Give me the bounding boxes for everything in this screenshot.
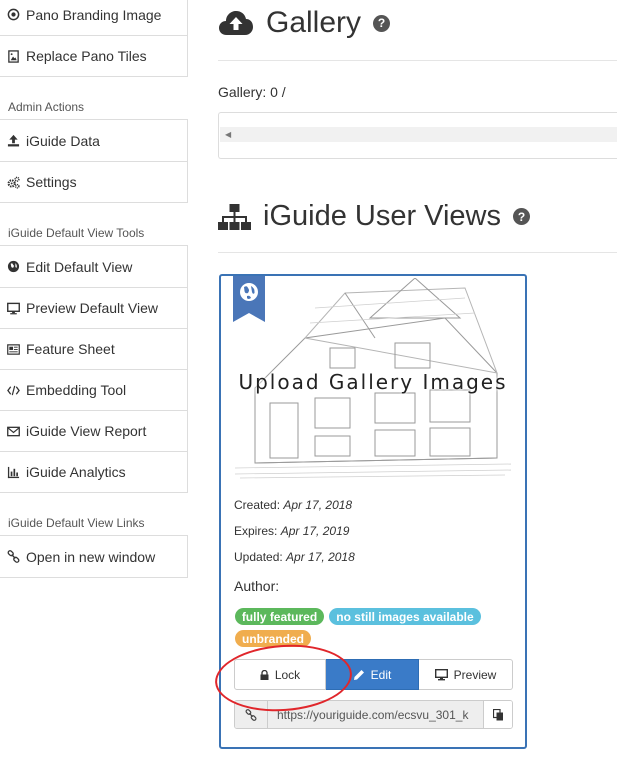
gallery-heading: Gallery ? — [218, 6, 391, 40]
sitemap-icon — [218, 202, 251, 232]
upload-gallery-images-label: Upload Gallery Images — [238, 370, 508, 394]
preview-button-label: Preview — [453, 667, 497, 682]
expires-value: Apr 17, 2019 — [280, 524, 350, 538]
link-icon — [245, 708, 257, 721]
default-view-tools-heading: iGuide Default View Tools — [8, 226, 145, 240]
sidebar-item-feature-sheet[interactable]: Feature Sheet — [0, 328, 187, 369]
sidebar-item-embedding-tool[interactable]: Embedding Tool — [0, 369, 187, 410]
newspaper-icon — [7, 343, 20, 356]
sidebar-item-label: iGuide View Report — [26, 423, 147, 439]
lock-button-label: Lock — [274, 667, 301, 682]
globe-icon — [240, 283, 258, 301]
view-thumbnail[interactable]: Upload Gallery Images — [235, 278, 511, 482]
sidebar-item-label: Preview Default View — [26, 300, 159, 316]
sidebar-group-pano: Pano Branding Image Replace Pano Tiles — [0, 0, 188, 77]
created-date: Created: Apr 17, 2018 — [234, 498, 353, 512]
sidebar-item-open-in-new-window[interactable]: Open in new window — [0, 536, 187, 577]
updated-date: Updated: Apr 17, 2018 — [234, 550, 355, 564]
updated-value: Apr 17, 2018 — [286, 550, 355, 564]
sidebar-item-preview-default-view[interactable]: Preview Default View — [0, 287, 187, 328]
user-views-heading: iGuide User Views ? — [218, 200, 531, 233]
scroll-left-arrow-icon[interactable]: ◀ — [225, 130, 231, 139]
dot-circle-icon — [7, 8, 20, 21]
copy-url-button[interactable] — [484, 701, 512, 728]
envelope-icon — [7, 425, 20, 438]
gallery-strip[interactable]: ◀ — [218, 112, 617, 159]
bar-chart-icon — [7, 466, 20, 479]
cloud-upload-icon — [218, 9, 254, 37]
gallery-divider — [218, 60, 617, 61]
lock-button[interactable]: Lock — [234, 659, 326, 690]
url-link-addon — [235, 701, 267, 728]
badge-unbranded: unbranded — [235, 630, 311, 647]
lock-icon — [260, 669, 269, 680]
sidebar-group-tools: Edit Default View Preview Default View F… — [0, 245, 188, 493]
gallery-count: Gallery: 0 / — [218, 84, 286, 100]
sidebar-item-label: Open in new window — [26, 548, 156, 565]
view-url-field[interactable]: https://youriguide.com/ecsvu_301_k — [267, 701, 484, 728]
view-action-buttons: Lock Edit Preview — [234, 659, 513, 690]
sidebar-item-label: Edit Default View — [26, 258, 133, 275]
cogs-icon — [7, 176, 20, 189]
sidebar-item-label: iGuide Analytics — [26, 464, 126, 480]
desktop-icon — [434, 668, 448, 680]
sidebar-item-label: Feature Sheet — [26, 341, 115, 357]
copy-icon — [492, 708, 503, 720]
sidebar-group-admin: iGuide Data Settings — [0, 119, 188, 203]
user-view-card: Upload Gallery Images Created: Apr 17, 2… — [219, 274, 527, 749]
upload-icon — [7, 134, 20, 147]
user-views-title: iGuide User Views — [263, 200, 502, 232]
author-label: Author: — [234, 578, 280, 594]
sidebar-item-edit-default-view[interactable]: Edit Default View — [0, 246, 187, 287]
admin-actions-heading: Admin Actions — [8, 100, 85, 114]
desktop-icon — [7, 302, 20, 315]
link-icon — [7, 550, 20, 563]
sidebar-item-label: Replace Pano Tiles — [26, 48, 147, 64]
user-views-divider — [218, 252, 617, 253]
sidebar-item-iguide-analytics[interactable]: iGuide Analytics — [0, 451, 187, 492]
sidebar-item-iguide-view-report[interactable]: iGuide View Report — [0, 410, 187, 451]
pencil-icon — [353, 669, 364, 680]
gallery-help-icon[interactable]: ? — [373, 14, 391, 32]
user-views-help-icon[interactable]: ? — [513, 208, 531, 225]
sidebar-item-pano-branding-image[interactable]: Pano Branding Image — [0, 0, 187, 35]
sidebar-item-replace-pano-tiles[interactable]: Replace Pano Tiles — [0, 35, 187, 76]
view-url-group: https://youriguide.com/ecsvu_301_k — [234, 700, 513, 729]
sidebar-item-label: Settings — [26, 174, 77, 190]
globe-icon — [7, 260, 20, 273]
edit-button-label: Edit — [370, 667, 392, 682]
badge-fully-featured: fully featured — [235, 608, 324, 625]
globe-ribbon-badge — [233, 276, 265, 322]
image-file-icon — [7, 49, 20, 63]
preview-button[interactable]: Preview — [419, 659, 513, 690]
sidebar-item-label: iGuide Data — [26, 132, 100, 149]
expires-date: Expires: Apr 17, 2019 — [234, 524, 350, 538]
sidebar-item-iguide-data[interactable]: iGuide Data — [0, 120, 187, 161]
sidebar-item-settings[interactable]: Settings — [0, 161, 187, 202]
gallery-scrollbar[interactable]: ◀ — [220, 127, 617, 142]
sidebar-group-links: Open in new window — [0, 535, 188, 578]
badge-no-still-images: no still images available — [329, 608, 481, 625]
default-view-links-heading: iGuide Default View Links — [8, 516, 145, 530]
edit-button[interactable]: Edit — [326, 659, 419, 690]
sidebar-item-label: Pano Branding Image — [26, 6, 162, 23]
created-value: Apr 17, 2018 — [283, 498, 353, 512]
gallery-title: Gallery — [266, 6, 362, 39]
sidebar-item-label: Embedding Tool — [26, 382, 127, 398]
code-icon — [7, 384, 20, 397]
